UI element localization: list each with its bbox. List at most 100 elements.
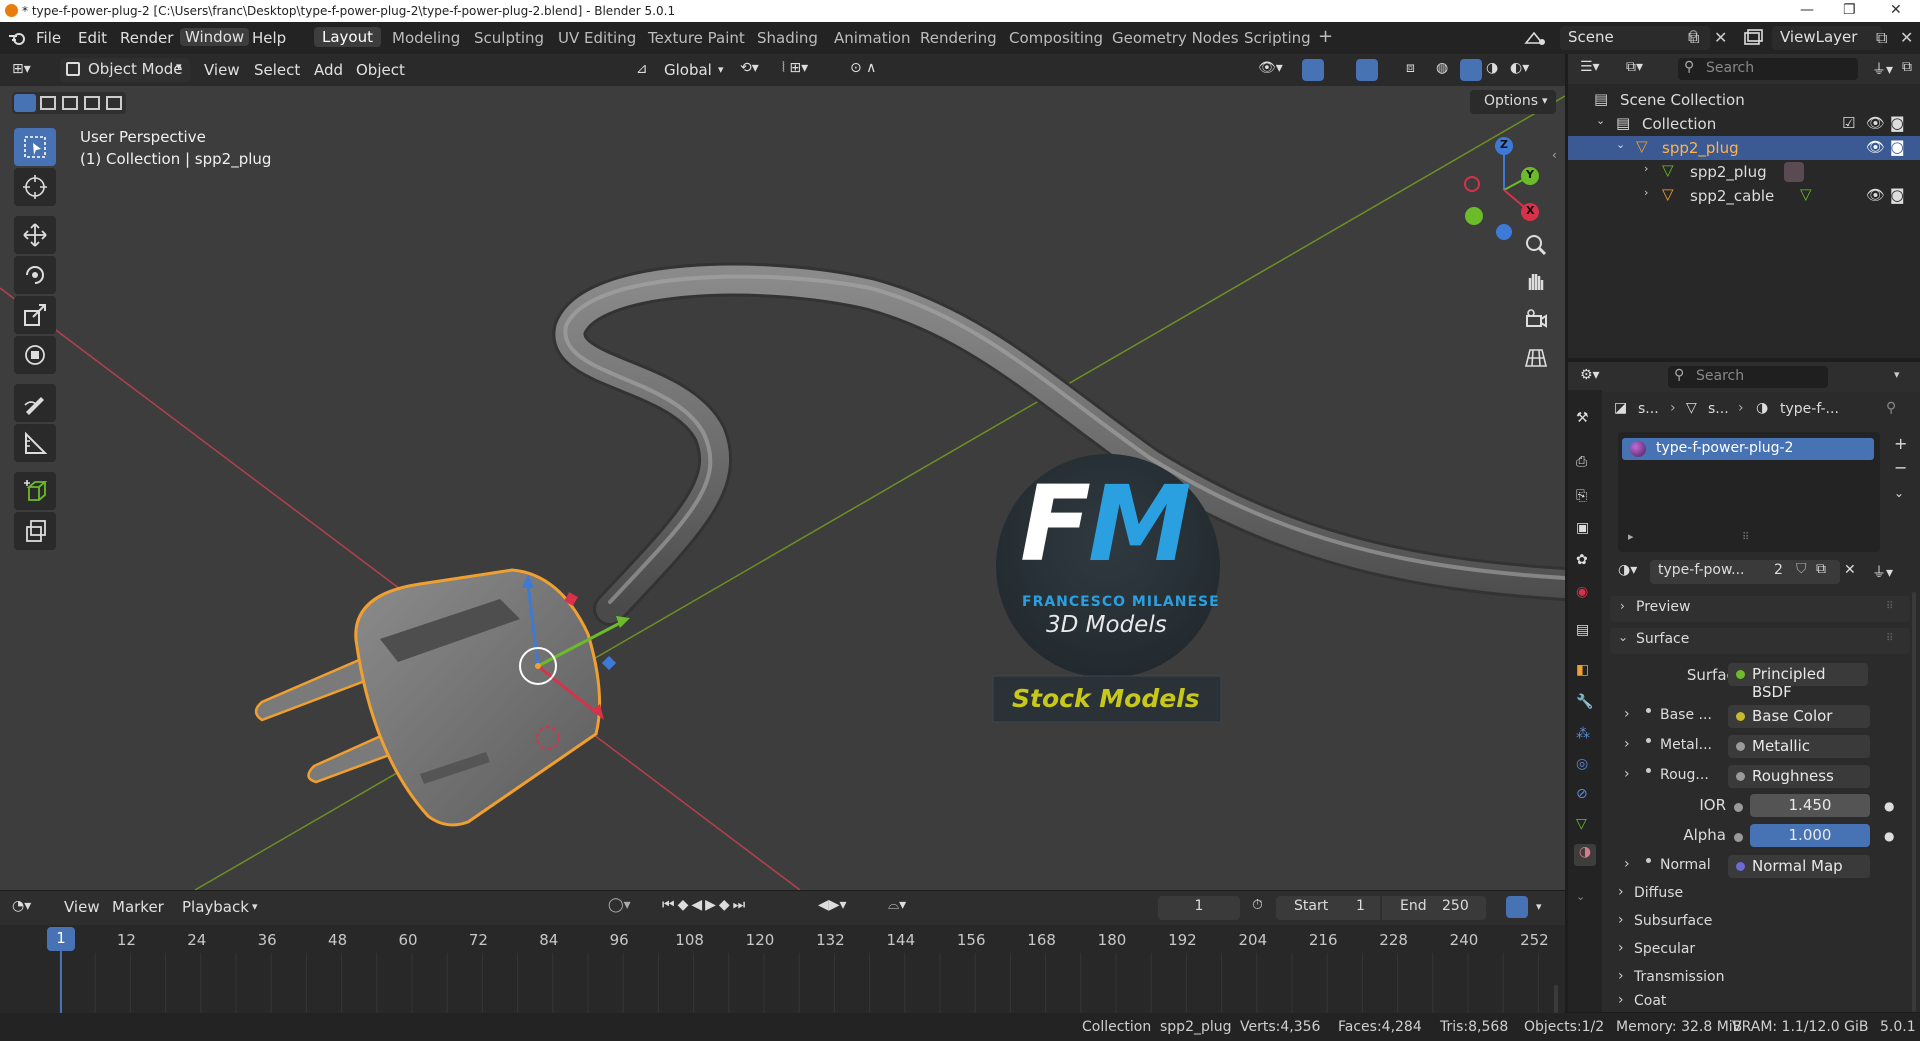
solid-shading-icon[interactable] (1460, 59, 1482, 81)
keyframe-dot-icon[interactable]: ● (1884, 829, 1894, 843)
workspace-tab-animation[interactable]: Animation (834, 29, 910, 47)
outliner-scene-collection[interactable]: ▤ Scene Collection (1568, 88, 1920, 112)
add-slot-icon[interactable]: + (1894, 434, 1907, 453)
maximize-button[interactable]: ❐ (1843, 2, 1856, 18)
measure-tool[interactable] (14, 424, 56, 462)
physics-tab-icon[interactable]: ◎ (1576, 756, 1594, 774)
new-scene-icon[interactable]: ⧉ (1688, 28, 1699, 48)
visibility-icon[interactable]: 👁▾ (1258, 60, 1283, 76)
3d-viewport[interactable]: F M FRANCESCO MILANESE 3D Models Stock M… (0, 54, 1565, 890)
eye-icon[interactable]: 👁 (1866, 114, 1885, 132)
extrude-tool[interactable] (14, 512, 56, 550)
chevron-right-icon[interactable]: › (1624, 736, 1630, 752)
camera-icon[interactable]: ◙ (1890, 186, 1905, 204)
menu-render[interactable]: Render (120, 29, 173, 47)
workspace-tab-rendering[interactable]: Rendering (920, 29, 997, 47)
drag-handle-icon[interactable]: ⠿ (1886, 601, 1893, 612)
eye-icon[interactable]: 👁 (1866, 186, 1885, 204)
keyframe-nav-icon[interactable]: ◀▶▾ (818, 897, 847, 913)
subpanel-specular[interactable]: › Specular (1610, 938, 1910, 962)
select-box-tool[interactable] (14, 128, 56, 166)
outliner-item-spp2-plug-mesh[interactable]: › ▽ spp2_plug (1568, 160, 1920, 184)
modifier-tab-icon[interactable]: 🔧 (1576, 694, 1594, 712)
expand-icon[interactable]: ▸ (1628, 530, 1634, 543)
timeline-view-toggle-icon[interactable] (1506, 896, 1528, 918)
material-slot-item[interactable]: type-f-power-plug-2 (1622, 438, 1874, 460)
properties-search-input[interactable]: ⚲ Search (1668, 366, 1828, 388)
unlink-icon[interactable]: ✕ (1844, 562, 1856, 578)
new-viewlayer-icon[interactable]: ⧉ (1876, 28, 1887, 48)
mode-selector[interactable]: Object Mode ▾ (60, 58, 190, 82)
wireframe-shading-icon[interactable]: ◍ (1436, 60, 1448, 76)
workspace-tab-scripting[interactable]: Scripting (1244, 29, 1311, 47)
clock-icon[interactable]: ⏱ (1252, 897, 1263, 913)
ortho-grid-icon[interactable] (1520, 342, 1552, 374)
eye-icon[interactable]: 👁 (1866, 138, 1885, 156)
chevron-down-icon[interactable]: ▾ (1536, 900, 1542, 913)
data-tab-icon[interactable]: ▽ (1576, 816, 1594, 834)
timeline-menu-marker[interactable]: Marker (112, 898, 164, 916)
timeline-menu-view[interactable]: View (64, 898, 100, 916)
render-tab-icon[interactable]: ⎙ (1576, 454, 1594, 472)
move-tool[interactable] (14, 216, 56, 254)
exclude-checkbox-icon[interactable]: ☑ (1842, 114, 1855, 132)
close-button[interactable]: ✕ (1890, 2, 1902, 18)
playhead-marker[interactable]: 1 (47, 927, 75, 951)
subpanel-subsurface[interactable]: › Subsurface (1610, 910, 1910, 934)
menu-file[interactable]: File (36, 29, 61, 47)
drag-handle-icon[interactable]: ⠿ (1886, 633, 1893, 644)
start-frame-field[interactable]: Start 1 (1276, 896, 1380, 920)
add-cube-tool[interactable] (14, 472, 56, 510)
subpanel-coat[interactable]: › Coat (1610, 992, 1910, 1012)
material-tab-icon[interactable]: ◑ (1574, 844, 1596, 866)
material-browse-icon[interactable]: ◑▾ (1618, 562, 1637, 578)
outliner-search-input[interactable]: ⚲ Search (1678, 58, 1858, 80)
editor-type-icon[interactable]: ⊞▾ (12, 61, 31, 77)
viewport-menu-select[interactable]: Select (254, 61, 300, 79)
object-tab-icon[interactable]: ◧ (1576, 662, 1594, 680)
scene-tab-icon[interactable]: ✿ (1576, 552, 1594, 570)
menu-edit[interactable]: Edit (78, 29, 107, 47)
viewport-menu-view[interactable]: View (204, 61, 240, 79)
material-shading-icon[interactable]: ◑ (1486, 60, 1498, 76)
outliner-item-spp2-cable[interactable]: › ▽ spp2_cable ▽ 👁 ◙ (1568, 184, 1920, 208)
remove-slot-icon[interactable]: − (1894, 458, 1907, 477)
workspace-tab-sculpting[interactable]: Sculpting (474, 29, 544, 47)
chevron-down-icon[interactable]: ▾ (1894, 368, 1900, 381)
snap-keying-icon[interactable]: ⌓▾ (888, 897, 906, 913)
options-button[interactable]: Options ▾ (1470, 90, 1556, 114)
chevron-right-icon[interactable]: › (1624, 766, 1630, 782)
chevron-right-icon[interactable]: › (1624, 706, 1630, 722)
rotate-tool[interactable] (14, 256, 56, 294)
select-new-icon[interactable] (14, 94, 36, 112)
workspace-tab-modeling[interactable]: Modeling (392, 29, 460, 47)
workspace-tab-geometry-nodes[interactable]: Geometry Nodes (1112, 29, 1239, 47)
viewlayer-field[interactable]: ViewLayer (1772, 26, 1882, 50)
keyframe-dot-icon[interactable]: ● (1884, 799, 1894, 813)
xray-icon[interactable]: ⧈ (1406, 60, 1415, 76)
particles-tab-icon[interactable]: ⁂ (1576, 726, 1594, 744)
proportional-edit-icon[interactable]: ⊙ ∧ (850, 60, 876, 76)
chevron-right-icon[interactable]: › (1644, 186, 1648, 199)
workspace-tab-texture-paint[interactable]: Texture Paint (648, 29, 745, 47)
chevron-down-icon[interactable]: ⌄ (1616, 138, 1625, 151)
playback-controls[interactable]: ⏮◆◀▶◆⏭ (662, 897, 748, 913)
chevron-down-icon[interactable]: ⌄ (1596, 114, 1605, 127)
pin-icon[interactable]: ⚲ (1886, 400, 1896, 416)
surface-shader-field[interactable]: Principled BSDF (1728, 663, 1868, 701)
menu-window[interactable]: Window (180, 28, 250, 46)
sidebar-toggle-icon[interactable]: ‹ (1552, 148, 1557, 162)
chevron-right-icon[interactable]: › (1644, 162, 1648, 175)
minimize-button[interactable]: — (1800, 2, 1814, 18)
resize-handle-icon[interactable]: ⠿ (1742, 532, 1749, 543)
panel-surface[interactable]: ⌄ Surface ⠿ (1610, 628, 1910, 654)
pan-hand-icon[interactable] (1520, 266, 1552, 298)
current-frame-field[interactable]: 1 (1158, 896, 1240, 920)
filter-icon[interactable]: ⏚▾ (1872, 59, 1893, 79)
workspace-tab-layout[interactable]: Layout (314, 27, 381, 47)
tool-tab-icon[interactable]: ⚒ (1576, 410, 1594, 428)
chevron-down-icon[interactable]: ⌄ (1576, 890, 1594, 908)
ior-field[interactable]: 1.450 (1750, 794, 1870, 817)
outliner-collection-row[interactable]: ⌄ ▤ Collection ☑ 👁 ◙ (1568, 112, 1920, 136)
workspace-tab-uv-editing[interactable]: UV Editing (558, 29, 636, 47)
